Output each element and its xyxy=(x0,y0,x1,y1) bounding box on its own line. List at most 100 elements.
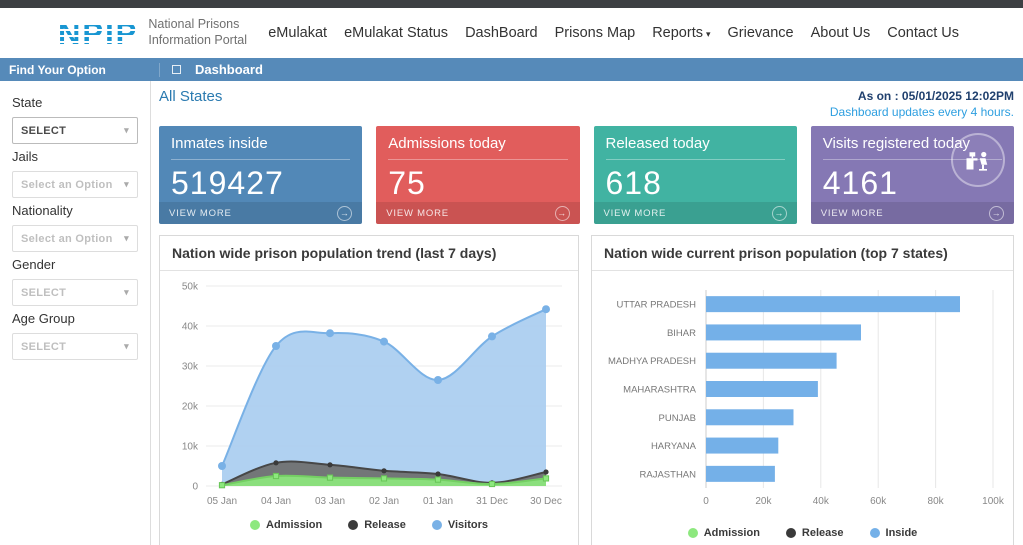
nav-emulakat-status[interactable]: eMulakat Status xyxy=(344,25,448,41)
card-value: 519427 xyxy=(171,165,284,202)
brand-tagline: National Prisons Information Portal xyxy=(148,17,248,47)
gender-select: SELECT ▾ xyxy=(12,279,138,306)
nav-reports[interactable]: Reports ▾ xyxy=(652,25,710,41)
legend-item[interactable]: Inside xyxy=(869,527,917,539)
bars-chart-legend: Admission Release Inside xyxy=(594,525,1011,545)
states-bar-chart: 0 20k 40k 60k 80k 100k UTTAR PRADESH BIHAR MADHY… xyxy=(608,290,1005,507)
breadcrumb-label: Dashboard xyxy=(195,62,263,77)
legend-item[interactable]: Admission xyxy=(687,527,760,539)
x-axis-tick-label: 01 Jan xyxy=(423,496,453,507)
y-axis-tick-label: 50k xyxy=(182,282,199,293)
toolbar: Find Your Option Dashboard xyxy=(0,58,1023,81)
category-label: MADHYA PRADESH xyxy=(608,357,696,368)
x-axis-tick-label: 20k xyxy=(755,496,772,507)
legend-dot-icon xyxy=(250,520,260,531)
dashboard-icon xyxy=(172,65,181,74)
state-bar[interactable] xyxy=(706,381,818,398)
npip-logo: NPIP xyxy=(56,18,141,49)
legend-item[interactable]: Admission xyxy=(250,519,322,531)
x-axis-tick-label: 05 Jan xyxy=(207,496,237,507)
x-axis-tick-label: 31 Dec xyxy=(476,496,508,507)
caret-down-icon: ▾ xyxy=(124,341,129,351)
state-label: State xyxy=(12,95,43,110)
caret-down-icon: ▾ xyxy=(705,29,711,39)
card-value: 618 xyxy=(605,165,662,202)
age-group-label: Age Group xyxy=(12,311,75,326)
category-label: MAHARASHTRA xyxy=(623,385,697,396)
state-bar[interactable] xyxy=(706,353,837,370)
gender-label: Gender xyxy=(12,257,56,272)
update-note: Dashboard updates every 4 hours. xyxy=(829,105,1014,120)
x-axis-tick-label: 03 Jan xyxy=(315,496,345,507)
visitor-desk-icon xyxy=(951,133,1005,188)
x-axis-tick-label: 80k xyxy=(928,496,945,507)
arrow-right-icon: → xyxy=(771,205,787,221)
nationality-label: Nationality xyxy=(12,203,73,218)
trend-chart-panel: Nation wide prison population trend (las… xyxy=(159,235,579,545)
nav-emulakat[interactable]: eMulakat xyxy=(268,25,327,41)
legend-dot-icon xyxy=(785,528,796,539)
legend-dot-icon xyxy=(869,528,880,539)
caret-down-icon: ▾ xyxy=(124,125,129,135)
category-label: HARYANA xyxy=(651,441,697,452)
category-label: BIHAR xyxy=(667,328,696,339)
state-bar[interactable] xyxy=(706,296,960,313)
state-select[interactable]: SELECT ▾ xyxy=(12,117,138,144)
card-title: Released today xyxy=(605,135,785,161)
age-group-select: SELECT ▾ xyxy=(12,333,138,360)
y-axis-tick-label: 40k xyxy=(182,322,199,333)
top-strip xyxy=(0,0,1023,8)
bars-chart-panel: Nation wide current prison population (t… xyxy=(591,235,1014,545)
category-label: UTTAR PRADESH xyxy=(616,300,696,311)
find-your-option-title: Find Your Option xyxy=(0,62,160,77)
x-axis-tick-label: 0 xyxy=(703,496,709,507)
card-title: Inmates inside xyxy=(171,135,351,161)
y-axis-tick-label: 30k xyxy=(182,362,199,373)
view-more-button[interactable]: VIEW MORE → xyxy=(810,202,1014,225)
admissions-today-card: Admissions today 75 VIEW MORE → xyxy=(376,126,580,225)
jails-select: Select an Option ▾ xyxy=(12,171,138,198)
as-on-timestamp: As on : 05/01/2025 12:02PM xyxy=(857,89,1014,103)
caret-down-icon: ▾ xyxy=(124,233,129,243)
as-on-block: As on : 05/01/2025 12:02PM Dashboard upd… xyxy=(830,88,1014,120)
x-axis-tick-label: 02 Jan xyxy=(369,496,399,507)
legend-item[interactable]: Visitors xyxy=(431,519,488,531)
legend-dot-icon xyxy=(687,528,698,539)
trend-chart-title: Nation wide prison population trend (las… xyxy=(160,236,578,272)
breadcrumb: Dashboard xyxy=(160,62,263,77)
state-bar[interactable] xyxy=(706,409,794,426)
nav-grievance[interactable]: Grievance xyxy=(728,25,794,41)
category-label: RAJASTHAN xyxy=(640,470,697,481)
trend-area-chart: 0 10k 20k 30k 40k 50k 05 Jan 04 Jan 03 Jan 02 Jan… xyxy=(182,282,562,507)
nav-contact-us[interactable]: Contact Us xyxy=(887,25,959,41)
nav-dashboard[interactable]: DashBoard xyxy=(465,25,538,41)
state-bar[interactable] xyxy=(706,324,861,341)
state-bar[interactable] xyxy=(706,466,775,483)
view-more-button[interactable]: VIEW MORE → xyxy=(593,202,797,225)
view-more-button[interactable]: VIEW MORE → xyxy=(376,202,580,225)
y-axis-tick-label: 10k xyxy=(182,442,199,453)
arrow-right-icon: → xyxy=(337,205,353,221)
jails-label: Jails xyxy=(12,149,39,164)
visits-registered-card: Visits registered today 4161 VIEW MORE → xyxy=(810,126,1014,225)
view-more-button[interactable]: VIEW MORE → xyxy=(159,202,363,225)
stat-cards: Inmates inside 519427 VIEW MORE → Admiss… xyxy=(159,126,1014,225)
brand[interactable]: NPIP National Prisons Information Portal xyxy=(56,17,248,49)
legend-dot-icon xyxy=(431,520,442,531)
arrow-right-icon: → xyxy=(989,205,1004,221)
state-bar[interactable] xyxy=(706,437,779,454)
nav-prisons-map[interactable]: Prisons Map xyxy=(555,25,636,41)
inmates-inside-card: Inmates inside 519427 VIEW MORE → xyxy=(159,126,363,225)
site-header: NPIP National Prisons Information Portal… xyxy=(0,8,1023,58)
x-axis-tick-label: 60k xyxy=(870,496,887,507)
trend-chart-legend: Admission Release Visitors xyxy=(162,517,576,537)
bars-chart-title: Nation wide current prison population (t… xyxy=(592,236,1013,272)
scope-title[interactable]: All States xyxy=(159,88,222,120)
legend-item[interactable]: Release xyxy=(348,519,406,531)
legend-item[interactable]: Release xyxy=(785,527,844,539)
released-today-card: Released today 618 VIEW MORE → xyxy=(593,126,797,225)
x-axis-tick-label: 30 Dec xyxy=(530,496,562,507)
card-value: 75 xyxy=(388,165,426,202)
nav-about-us[interactable]: About Us xyxy=(811,25,871,41)
dashboard-main: All States As on : 05/01/2025 12:02PM Da… xyxy=(151,81,1023,545)
